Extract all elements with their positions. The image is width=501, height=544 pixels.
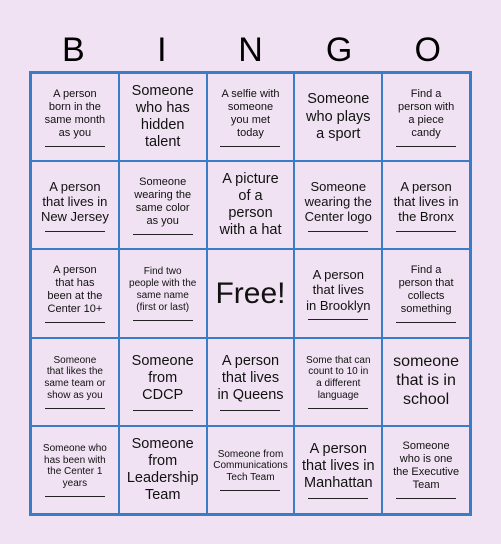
signature-line[interactable] — [44, 230, 105, 232]
cell-prompt: Someone that likes the same team or show… — [44, 354, 106, 401]
bingo-cell[interactable]: A person that lives in Manhattan — [294, 425, 383, 514]
cell-prompt: Someone from Communications Tech Team — [213, 448, 288, 484]
cell-prompt: Find two people with the same name (firs… — [129, 266, 197, 313]
signature-line[interactable] — [220, 490, 281, 492]
signature-line[interactable] — [396, 498, 457, 500]
signature-line[interactable] — [220, 145, 281, 147]
cell-prompt: A person that lives in Brooklyn — [306, 267, 371, 313]
bingo-cell[interactable]: A person that lives in New Jersey — [31, 161, 119, 250]
bingo-cell[interactable]: someone that is in school — [382, 337, 470, 426]
cell-prompt: Someone who plays a sport — [306, 91, 371, 142]
bingo-cell[interactable]: Find a person with a piece candy — [382, 73, 470, 162]
bingo-cell[interactable]: Someone from Leadership Team — [118, 425, 207, 514]
signature-line[interactable] — [220, 409, 281, 411]
cell-prompt: Find a person with a piece candy — [397, 87, 455, 139]
signature-line[interactable] — [44, 321, 105, 323]
bingo-cell[interactable]: Find a person that collects something — [382, 249, 470, 338]
cell-prompt: A person that lives in Queens — [217, 352, 284, 403]
header-letter-g: G — [325, 31, 353, 69]
bingo-cell[interactable]: Some that can count to 10 in a different… — [294, 337, 383, 426]
bingo-cell[interactable]: A person that lives in the Bronx — [382, 161, 470, 250]
bingo-cell[interactable]: Someone wearing the Center logo — [294, 161, 383, 250]
signature-line[interactable] — [396, 230, 457, 232]
bingo-cell[interactable]: Someone who has been with the Center 1 y… — [31, 425, 119, 514]
bingo-cell[interactable]: A person that lives in Brooklyn — [294, 249, 383, 338]
bingo-cell[interactable]: A picture of a person with a hat — [206, 161, 295, 250]
cell-prompt: A selfie with someone you met today — [221, 87, 280, 139]
cell-prompt: A person that lives in the Bronx — [393, 178, 459, 225]
bingo-cell[interactable]: Someone who plays a sport — [294, 73, 383, 162]
cell-prompt: A person born in the same month as you — [44, 87, 106, 139]
cell-prompt: A person that has been at the Center 10+ — [47, 264, 103, 315]
cell-prompt: Someone who has hidden talent — [131, 82, 194, 151]
bingo-cell[interactable]: Someone wearing the same color as you — [118, 161, 207, 250]
cell-prompt: Someone wearing the same color as you — [134, 175, 192, 227]
bingo-header: B I N G O — [29, 30, 472, 70]
signature-line[interactable] — [44, 495, 105, 497]
signature-line[interactable] — [308, 498, 369, 500]
bingo-cell-free[interactable]: Free! — [206, 249, 295, 338]
cell-prompt: Someone wearing the Center logo — [304, 178, 372, 225]
cell-prompt: Someone who is one the Executive Team — [393, 440, 460, 492]
cell-prompt: A person that lives in Manhattan — [302, 440, 375, 491]
bingo-cell[interactable]: Find two people with the same name (firs… — [118, 249, 207, 338]
signature-line[interactable] — [44, 145, 105, 147]
bingo-cell[interactable]: A selfie with someone you met today — [206, 73, 295, 162]
cell-prompt: A person that lives in New Jersey — [40, 178, 109, 225]
cell-prompt: someone that is in school — [393, 353, 459, 409]
bingo-cell[interactable]: A person that lives in Queens — [206, 337, 295, 426]
header-letter-b: B — [61, 31, 85, 69]
signature-line[interactable] — [308, 230, 369, 232]
signature-line[interactable] — [44, 407, 105, 409]
bingo-cell[interactable]: Someone from Communications Tech Team — [206, 425, 295, 514]
header-letter-o: O — [414, 31, 441, 69]
header-letter-i: I — [157, 31, 167, 69]
bingo-grid: A person born in the same month as you So… — [29, 71, 472, 516]
bingo-cell[interactable]: Someone from CDCP — [118, 337, 207, 426]
cell-prompt: A picture of a person with a hat — [219, 171, 282, 239]
bingo-cell[interactable]: Someone who is one the Executive Team — [382, 425, 470, 514]
signature-line[interactable] — [308, 407, 369, 409]
free-space-label: Free! — [215, 276, 286, 310]
bingo-cell[interactable]: A person born in the same month as you — [31, 73, 119, 162]
bingo-cell[interactable]: A person that has been at the Center 10+ — [31, 249, 119, 338]
signature-line[interactable] — [396, 145, 457, 147]
cell-prompt: Someone from CDCP — [131, 352, 194, 403]
header-letter-n: N — [238, 31, 263, 69]
bingo-cell[interactable]: Someone who has hidden talent — [118, 73, 207, 162]
cell-prompt: Find a person that collects something — [398, 264, 454, 315]
signature-line[interactable] — [308, 318, 369, 320]
cell-prompt: Someone who has been with the Center 1 y… — [42, 442, 107, 490]
signature-line[interactable] — [132, 409, 193, 411]
signature-line[interactable] — [132, 233, 193, 235]
signature-line[interactable] — [132, 319, 193, 321]
bingo-cell[interactable]: Someone that likes the same team or show… — [31, 337, 119, 426]
cell-prompt: Someone from Leadership Team — [126, 435, 199, 503]
cell-prompt: Some that can count to 10 in a different… — [306, 354, 371, 401]
signature-line[interactable] — [396, 321, 457, 323]
